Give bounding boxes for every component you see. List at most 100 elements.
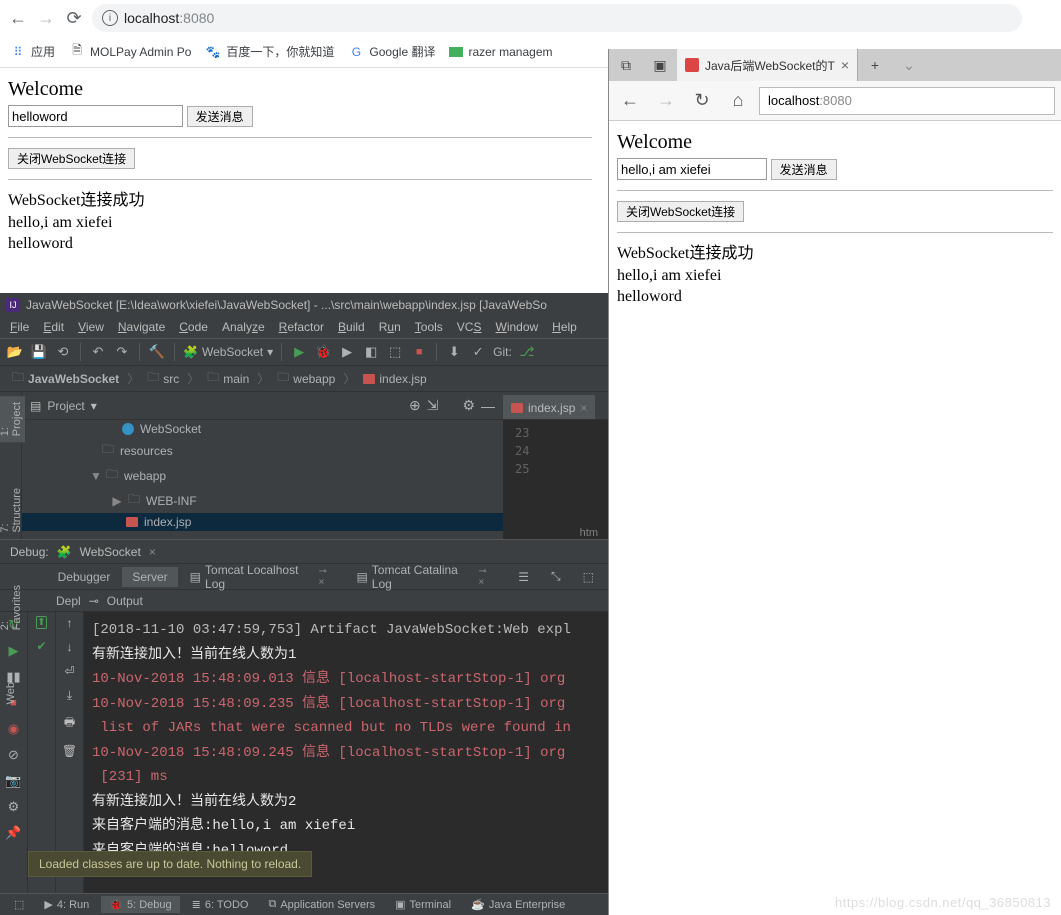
deployment-label[interactable]: Depl (56, 594, 81, 608)
bookmark-baidu[interactable]: 🐾百度一下，你就知道 (205, 43, 334, 60)
tree-node-indexjsp[interactable]: index.jsp (22, 513, 503, 531)
close-icon[interactable]: × (841, 57, 849, 73)
send-button[interactable]: 发送消息 (771, 159, 837, 180)
crumb-main[interactable]: 🗀main (201, 366, 255, 391)
menu-navigate[interactable]: Navigate (112, 318, 171, 336)
menu-edit[interactable]: Edit (37, 318, 70, 336)
project-label[interactable]: Project (47, 399, 84, 413)
crumb-src[interactable]: 🗀src (141, 366, 185, 391)
crumb-root[interactable]: 🗀JavaWebSocket (6, 366, 125, 391)
scroll-icon[interactable]: ⤓ (67, 688, 72, 703)
dropdown-icon[interactable]: ▾ (91, 399, 97, 413)
close-icon[interactable]: × (580, 401, 587, 415)
down-icon[interactable]: ↓ (67, 640, 73, 654)
forward-icon[interactable]: → (651, 86, 681, 116)
bottom-todo[interactable]: ≣ 6: TODO (184, 896, 257, 913)
edge-tab[interactable]: Java后端WebSocket的T × (677, 49, 858, 81)
menu-run[interactable]: Run (373, 318, 407, 336)
home-icon[interactable]: ⌂ (723, 86, 753, 116)
run-icon[interactable]: ▶ (290, 343, 308, 361)
menu-file[interactable]: File (4, 318, 35, 336)
site-info-icon[interactable]: i (102, 10, 118, 26)
menu-analyze[interactable]: Analyze (216, 318, 271, 336)
bottom-terminal[interactable]: ▣ Terminal (387, 896, 459, 913)
profile-icon[interactable]: ◧ (362, 343, 380, 361)
resume-icon[interactable]: ▶ (5, 642, 23, 660)
tab-debugger[interactable]: Debugger (48, 567, 121, 587)
bottom-run[interactable]: ▶ 4: Run (36, 896, 97, 913)
pin-icon[interactable]: 📌 (5, 824, 23, 842)
toolwin-toggle[interactable]: ⬚ (6, 896, 32, 913)
hide-icon[interactable]: — (481, 398, 495, 414)
bottom-debug[interactable]: 🐞 5: Debug (101, 896, 179, 913)
menu-build[interactable]: Build (332, 318, 371, 336)
tab-tomcat-catalina-log[interactable]: ▤Tomcat Catalina Log⊸ × (346, 560, 504, 594)
close-icon[interactable]: × (149, 545, 156, 559)
check-icon[interactable]: ✔ (36, 639, 46, 653)
tab-server[interactable]: Server (122, 567, 177, 587)
mute-breakpoints-icon[interactable]: ⊘ (5, 746, 23, 764)
tree-node-webinf[interactable]: ▶🗀WEB-INF (22, 488, 503, 513)
redo-icon[interactable]: ↷ (113, 343, 131, 361)
save-icon[interactable]: 💾 (30, 343, 48, 361)
settings-icon[interactable]: ⚙ (5, 798, 23, 816)
tab-tomcat-localhost-log[interactable]: ▤Tomcat Localhost Log⊸ × (180, 560, 345, 594)
thread-dump-icon[interactable]: 📷 (5, 772, 23, 790)
bottom-javaee[interactable]: ☕ Java Enterprise (463, 896, 573, 913)
tab-preview-icon[interactable]: ▣ (643, 49, 677, 81)
refresh-icon[interactable]: ↻ (687, 86, 717, 116)
run-config-selector[interactable]: 🧩WebSocket ▾ (183, 345, 273, 359)
tree-node-websocket[interactable]: WebSocket (22, 420, 503, 438)
gear-icon[interactable]: ⚙ (462, 397, 475, 414)
vcs-commit-icon[interactable]: ✓ (469, 343, 487, 361)
git-branch-icon[interactable]: ⎇ (518, 343, 536, 361)
undo-icon[interactable]: ↶ (89, 343, 107, 361)
hammer-icon[interactable]: 🔨 (148, 343, 166, 361)
menu-window[interactable]: Window (489, 318, 544, 336)
tree-node-resources[interactable]: 🗀resources (22, 438, 503, 463)
crumb-file[interactable]: index.jsp (357, 370, 432, 388)
bookmark-razer[interactable]: razer managem (449, 45, 552, 59)
wrap-icon[interactable]: ⏎ (64, 664, 74, 678)
menu-tools[interactable]: Tools (409, 318, 449, 336)
restore-icon[interactable]: ⤡ (541, 566, 571, 587)
open-icon[interactable]: 📂 (6, 343, 24, 361)
new-tab-icon[interactable]: + (858, 49, 892, 81)
sidetab-web[interactable]: Web (3, 676, 19, 710)
reload-icon[interactable]: ⟳ (64, 8, 84, 28)
message-input[interactable] (617, 158, 767, 180)
clear-icon[interactable]: 🗑 (62, 744, 77, 758)
vcs-update-icon[interactable]: ⬇ (445, 343, 463, 361)
tab-scroll-icon[interactable]: ⌄ (892, 49, 926, 81)
crumb-webapp[interactable]: 🗀webapp (271, 366, 341, 391)
deploy-icon[interactable]: ⬆ (36, 616, 46, 629)
menu-refactor[interactable]: Refactor (273, 318, 330, 336)
menu-view[interactable]: View (72, 318, 110, 336)
coverage-icon[interactable]: ▶ (338, 343, 356, 361)
address-bar[interactable]: i localhost:8080 (92, 4, 1022, 32)
settings-icon[interactable]: ⬚ (573, 567, 604, 587)
message-input[interactable] (8, 105, 183, 127)
sidetab-project[interactable]: 1: Project (0, 396, 25, 442)
menu-help[interactable]: Help (546, 318, 583, 336)
menu-vcs[interactable]: VCS (451, 318, 488, 336)
stop-icon[interactable]: ■ (410, 343, 428, 361)
print-icon[interactable]: 🖶 (64, 713, 75, 734)
bookmark-gtranslate[interactable]: GGoogle 翻译 (348, 43, 435, 60)
editor-tab-indexjsp[interactable]: index.jsp× (503, 395, 595, 419)
sidetab-structure[interactable]: 7: Structure (0, 482, 25, 539)
back-icon[interactable]: ← (615, 86, 645, 116)
debug-icon[interactable]: 🐞 (314, 343, 332, 361)
edge-address-bar[interactable]: localhost:8080 (759, 87, 1055, 115)
menu-code[interactable]: Code (173, 318, 214, 336)
send-button[interactable]: 发送消息 (187, 106, 253, 127)
forward-icon[interactable]: → (36, 8, 56, 28)
view-breakpoints-icon[interactable]: ◉ (5, 720, 23, 738)
apps-button[interactable]: ⠿应用 (10, 43, 55, 60)
back-icon[interactable]: ← (8, 8, 28, 28)
tab-aside-icon[interactable]: ⧉ (609, 49, 643, 81)
close-ws-button[interactable]: 关闭WebSocket连接 (617, 201, 744, 222)
up-icon[interactable]: ↑ (67, 616, 73, 630)
target-icon[interactable]: ⊕ (409, 397, 421, 414)
attach-icon[interactable]: ⬚ (386, 343, 404, 361)
